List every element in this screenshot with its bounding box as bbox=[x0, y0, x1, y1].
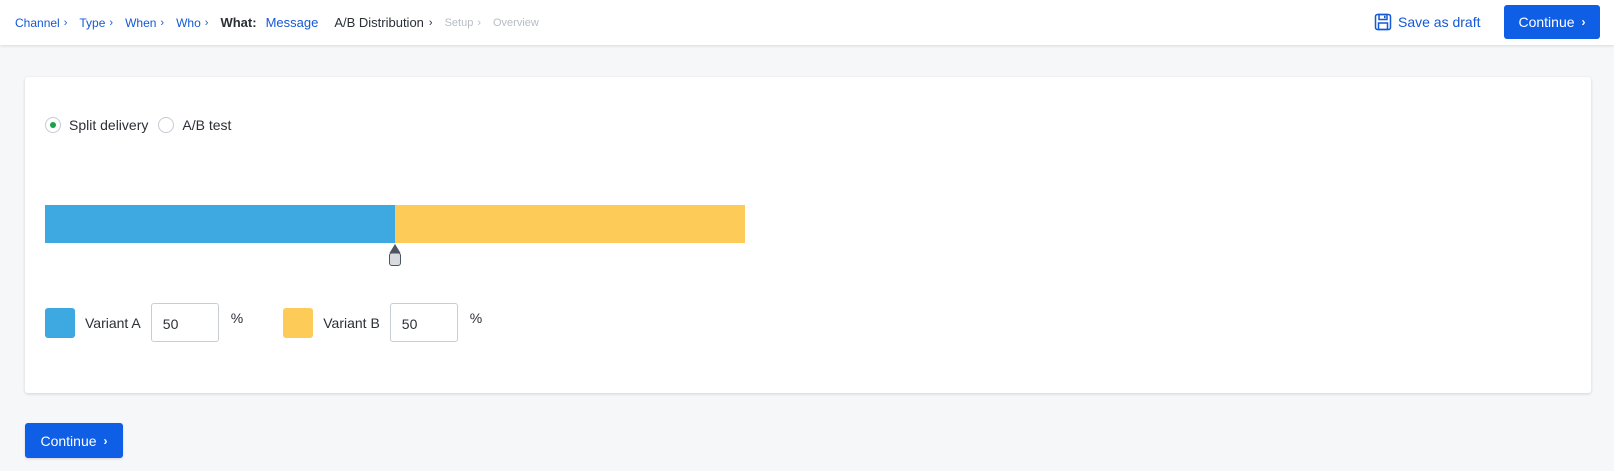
continue-button-bottom[interactable]: Continue › bbox=[25, 423, 123, 458]
breadcrumb-label: Channel bbox=[15, 15, 60, 30]
variant-b-label: Variant B bbox=[323, 314, 380, 331]
breadcrumb-setup: Setup › bbox=[445, 17, 481, 29]
variant-b-percent-input[interactable] bbox=[389, 303, 458, 342]
variant-a-row: Variant A % bbox=[45, 303, 243, 342]
distribution-bar bbox=[45, 205, 745, 243]
radio-button[interactable] bbox=[158, 117, 175, 133]
split-slider-handle[interactable] bbox=[388, 243, 402, 267]
breadcrumb: Channel › Type › When › Who › What: Mess… bbox=[0, 0, 551, 45]
breadcrumb-ab-distribution: A/B Distribution › bbox=[334, 15, 432, 30]
distribution-mode-radio-group: Split delivery A/B test bbox=[45, 117, 241, 133]
chevron-right-icon: › bbox=[1581, 15, 1586, 29]
breadcrumb-channel[interactable]: Channel › bbox=[15, 16, 67, 30]
ab-test-option[interactable]: A/B test bbox=[158, 117, 231, 133]
chevron-right-icon: › bbox=[63, 16, 68, 29]
breadcrumb-label: When bbox=[125, 15, 157, 30]
radio-button-checked[interactable] bbox=[45, 117, 61, 133]
variant-a-color-swatch bbox=[45, 307, 75, 338]
breadcrumb-what-label: What: bbox=[220, 15, 257, 30]
split-delivery-option[interactable]: Split delivery bbox=[45, 117, 148, 133]
split-delivery-label: Split delivery bbox=[69, 117, 149, 133]
continue-label: Continue bbox=[40, 432, 97, 449]
breadcrumb-label: Type bbox=[79, 15, 106, 30]
breadcrumb-label: Who bbox=[176, 15, 201, 30]
variant-a-segment bbox=[45, 205, 395, 243]
variant-b-color-swatch bbox=[283, 307, 314, 338]
variant-a-label: Variant A bbox=[85, 314, 141, 331]
breadcrumb-label: Setup bbox=[444, 16, 474, 29]
save-draft-button[interactable]: Save as draft bbox=[1374, 11, 1481, 33]
continue-label: Continue bbox=[1518, 14, 1575, 30]
radio-dot bbox=[50, 122, 56, 128]
continue-button-top[interactable]: Continue › bbox=[1504, 5, 1600, 39]
percent-symbol: % bbox=[469, 310, 483, 326]
floppy-disk-icon bbox=[1374, 13, 1392, 31]
save-draft-label: Save as draft bbox=[1398, 14, 1481, 30]
breadcrumb-label: A/B Distribution bbox=[334, 15, 424, 30]
chevron-right-icon: › bbox=[109, 16, 114, 29]
variant-a-percent-input[interactable] bbox=[150, 303, 219, 342]
breadcrumb-overview: Overview bbox=[493, 17, 539, 29]
chevron-right-icon: › bbox=[204, 16, 209, 29]
variant-b-row: Variant B % bbox=[283, 303, 482, 342]
chevron-right-icon: › bbox=[160, 16, 165, 29]
chevron-right-icon: › bbox=[477, 16, 481, 29]
breadcrumb-when[interactable]: When › bbox=[125, 16, 164, 30]
breadcrumb-type[interactable]: Type › bbox=[79, 16, 113, 30]
ab-test-label: A/B test bbox=[182, 117, 232, 133]
top-bar: Channel › Type › When › Who › What: Mess… bbox=[0, 0, 1614, 45]
chevron-right-icon: › bbox=[428, 16, 433, 29]
ab-distribution-card: Split delivery A/B test Variant A % Vari… bbox=[25, 77, 1591, 393]
breadcrumb-message[interactable]: Message bbox=[266, 15, 319, 30]
variant-split-inputs: Variant A % Variant B % bbox=[45, 303, 522, 342]
chevron-right-icon: › bbox=[103, 433, 108, 448]
percent-symbol: % bbox=[230, 310, 244, 326]
breadcrumb-who[interactable]: Who › bbox=[176, 16, 208, 30]
variant-b-segment bbox=[395, 205, 745, 243]
breadcrumb-label: Overview bbox=[493, 16, 539, 29]
